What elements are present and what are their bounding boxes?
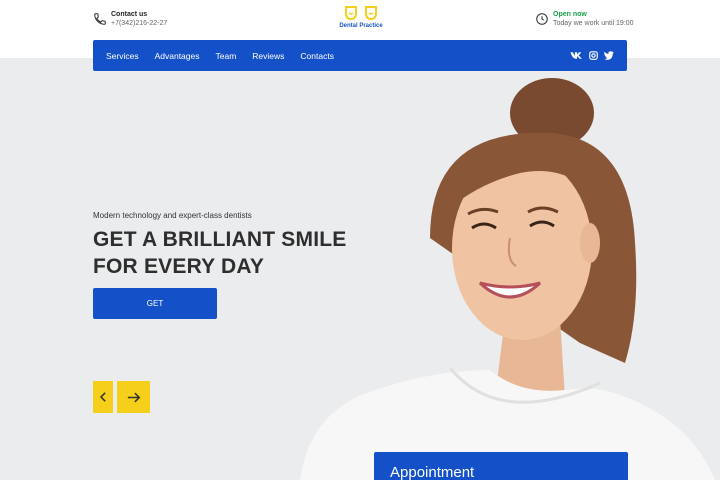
logo-text: Dental Practice (339, 23, 383, 29)
hours-text: Today we work until 19:00 (553, 20, 634, 27)
open-status: Open now (553, 11, 587, 18)
arrow-right-icon (127, 392, 140, 402)
nav-item-reviews[interactable]: Reviews (252, 51, 284, 61)
tooth-logo-icon (345, 6, 377, 21)
slider-prev-button[interactable] (93, 381, 113, 413)
nav-item-advantages[interactable]: Advantages (155, 51, 200, 61)
contact-phone[interactable]: +7(342)216-22-27 (111, 19, 167, 28)
social-links (570, 51, 614, 60)
main-nav: Services Advantages Team Reviews Contact… (93, 40, 627, 71)
hero-title-line-2: FOR EVERY DAY (93, 255, 265, 278)
opening-hours: Open now Today we work until 19:00 (535, 10, 634, 28)
nav-item-team[interactable]: Team (216, 51, 237, 61)
vk-icon[interactable] (570, 51, 583, 60)
instagram-icon[interactable] (589, 51, 598, 60)
hero-tagline: Modern technology and expert-class denti… (93, 211, 252, 220)
twitter-icon[interactable] (604, 51, 614, 60)
nav-item-services[interactable]: Services (106, 51, 139, 61)
clock-icon (536, 13, 548, 25)
nav-item-contacts[interactable]: Contacts (300, 51, 334, 61)
get-button[interactable]: GET (93, 288, 217, 319)
phone-icon (94, 13, 106, 25)
arrow-left-icon (99, 392, 106, 402)
contact-block[interactable]: Contact us +7(342)216-22-27 (93, 10, 167, 28)
smiling-woman-image (300, 78, 715, 480)
appointment-panel[interactable]: Appointment (374, 452, 628, 480)
appointment-title: Appointment (390, 464, 475, 480)
hero-title: GET A BRILLIANT SMILE FOR EVERY DAY (93, 226, 346, 280)
logo[interactable]: Dental Practice (337, 5, 385, 29)
slider-next-button[interactable] (117, 381, 150, 413)
contact-title: Contact us (111, 11, 148, 18)
hero-title-line-1: GET A BRILLIANT SMILE (93, 228, 347, 251)
